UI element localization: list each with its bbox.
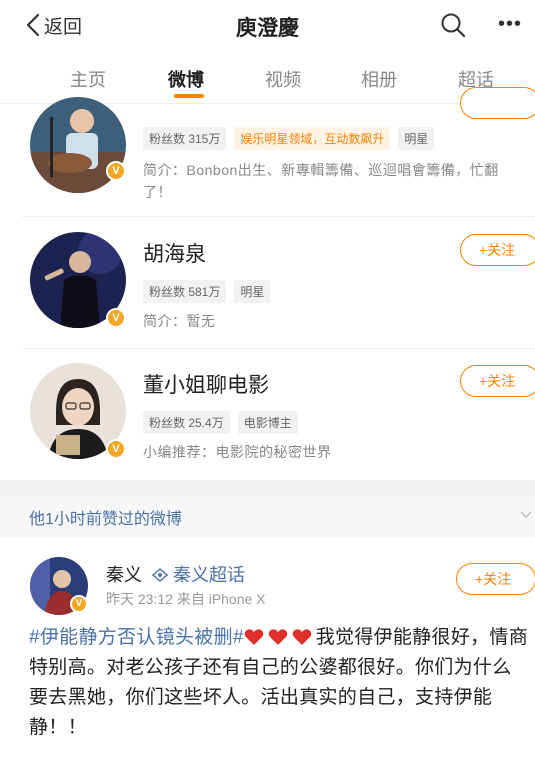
super-topic-icon — [151, 568, 169, 582]
user-recommendation: 小编推荐：电影院的秘密世界 — [143, 444, 332, 460]
more-icon[interactable]: ••• — [498, 14, 532, 34]
super-topic-link[interactable]: 秦义超话 — [151, 561, 246, 587]
nav-bar: 返回 庾澄慶 ••• — [0, 0, 535, 52]
follow-button[interactable]: +关注 — [456, 563, 535, 595]
domain-tag: 娱乐明星领域，互动数飙升 — [234, 127, 391, 150]
weibo-post[interactable]: V 秦义 秦义超话 昨天 23:12 来自 iPhone X +关注 #伊能静方… — [0, 537, 535, 757]
follow-button[interactable] — [460, 87, 535, 119]
section-gap — [0, 480, 535, 497]
divider — [22, 216, 535, 217]
post-body: #伊能静方否认镜头被删# 我觉得伊能静很好，情商特别高。对老公孩子还有自己的公婆都… — [29, 623, 529, 743]
user-name[interactable]: 胡海泉 — [143, 238, 206, 268]
super-topic-label: 秦义超话 — [173, 565, 246, 585]
tab-weibo[interactable]: 微博 — [168, 66, 204, 92]
user-card[interactable]: V 胡海泉 +关注 粉丝数 581万 明星 简介：暂无 — [0, 218, 535, 349]
heart-icon — [244, 629, 264, 645]
heart-icon — [268, 629, 288, 645]
category-tag: 明星 — [234, 280, 271, 303]
liked-posts-header[interactable]: 他1小时前赞过的微博 — [0, 497, 535, 537]
user-card[interactable]: V 董小姐聊电影 +关注 粉丝数 25.4万 电影博主 小编推荐：电影院的秘密世… — [0, 349, 535, 479]
section-title: 他1小时前赞过的微博 — [29, 511, 182, 528]
tab-video[interactable]: 视频 — [265, 66, 301, 92]
tab-home[interactable]: 主页 — [70, 66, 106, 92]
verified-icon: V — [106, 308, 126, 328]
user-card[interactable]: V 粉丝数 315万 娱乐明星领域，互动数飙升 明星 简介：Bonbon出生、新… — [0, 87, 535, 217]
active-tab-indicator — [174, 94, 204, 98]
heart-icon — [292, 629, 312, 645]
hashtag-link[interactable]: #伊能静方否认镜头被删# — [29, 627, 244, 648]
fans-count-tag: 粉丝数 581万 — [143, 280, 227, 303]
tab-album[interactable]: 相册 — [361, 66, 397, 92]
category-tag: 电影博主 — [237, 411, 298, 434]
fans-count-tag: 粉丝数 315万 — [143, 127, 227, 150]
category-tag: 明星 — [398, 127, 435, 150]
user-description: 简介：Bonbon出生、新專輯籌備、巡迴唱會籌備，忙翻了！ — [143, 162, 499, 200]
verified-icon: V — [70, 595, 88, 613]
chevron-down-icon — [520, 511, 532, 518]
post-time-source: 昨天 23:12 来自 iPhone X — [106, 591, 266, 607]
search-icon[interactable] — [439, 11, 467, 39]
verified-icon: V — [106, 161, 126, 181]
post-author-name[interactable]: 秦义 — [106, 561, 142, 587]
user-description: 简介：暂无 — [143, 313, 216, 329]
user-name[interactable]: 董小姐聊电影 — [143, 369, 269, 399]
follow-button[interactable]: +关注 — [460, 234, 535, 266]
fans-count-tag: 粉丝数 25.4万 — [143, 411, 230, 434]
verified-icon: V — [106, 439, 126, 459]
follow-button[interactable]: +关注 — [460, 365, 535, 397]
